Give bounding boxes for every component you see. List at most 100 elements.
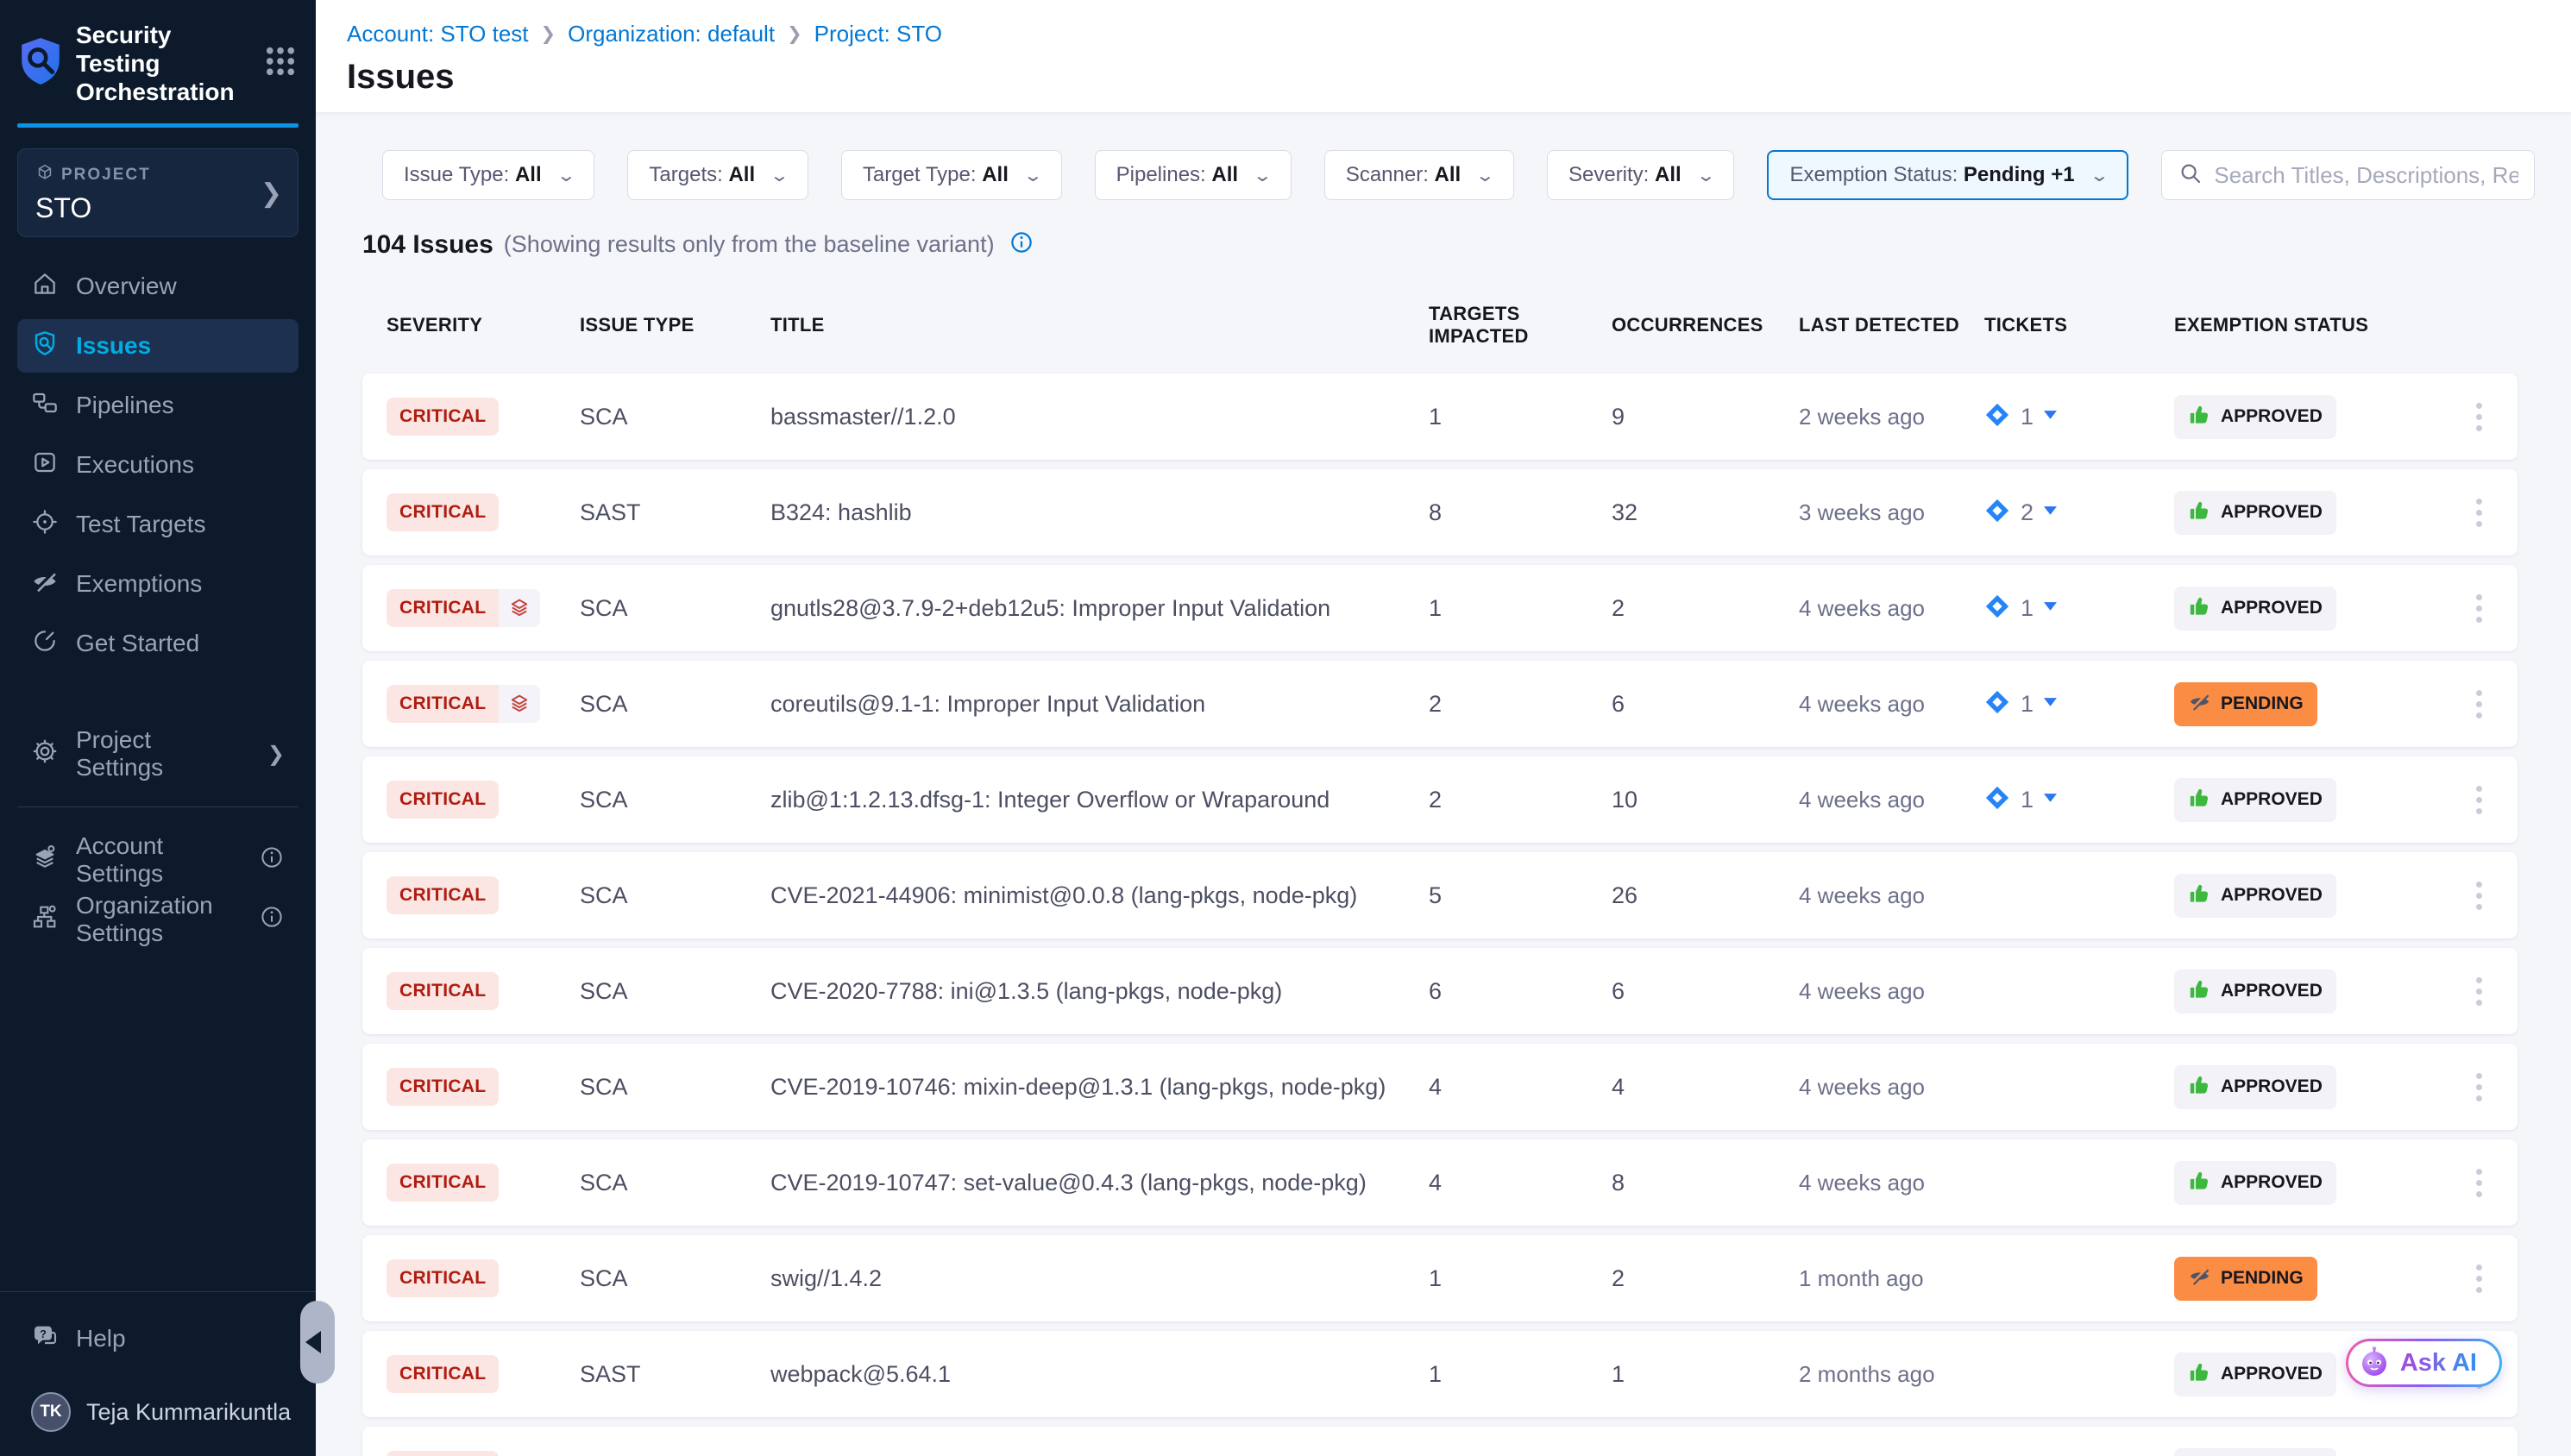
issue-type: SCA (580, 1170, 770, 1196)
issue-row[interactable]: CRITICAL SCA bassmaster//1.2.0 1 9 2 wee… (362, 373, 2518, 460)
issue-row[interactable]: CRITICAL SCA CVE-2019-10746: mixin-deep@… (362, 1044, 2518, 1130)
filter-dropdown-targets[interactable]: Targets: All ⌄ (627, 150, 808, 200)
filter-label: Issue Type: (404, 163, 509, 186)
column-header-issue-type: ISSUE TYPE (580, 314, 770, 336)
exemption-status-badge: PENDING (2174, 1257, 2317, 1301)
filter-label: Severity: (1568, 163, 1649, 186)
caret-down-icon[interactable] (2044, 696, 2057, 712)
svg-text:?: ? (40, 1328, 47, 1340)
caret-down-icon[interactable] (2044, 409, 2057, 424)
row-menu-button[interactable] (2467, 1160, 2491, 1206)
severity-badge: CRITICAL (387, 685, 540, 723)
sidebar-item-help[interactable]: ? Help (17, 1315, 299, 1363)
row-menu-button[interactable] (2467, 490, 2491, 536)
severity-badge: CRITICAL (387, 781, 499, 819)
sidebar-item-pipelines[interactable]: Pipelines (17, 379, 299, 432)
filter-dropdown-pipelines[interactable]: Pipelines: All ⌄ (1095, 150, 1292, 200)
sidebar-item-test-targets[interactable]: Test Targets (17, 498, 299, 551)
caret-down-icon[interactable] (2044, 505, 2057, 520)
issue-row[interactable]: CRITICAL SCA coreutils@9.1-1: Improper I… (362, 661, 2518, 747)
target-icon (31, 508, 59, 542)
filter-dropdown-severity[interactable]: Severity: All ⌄ (1547, 150, 1734, 200)
row-menu-button[interactable] (2467, 777, 2491, 823)
row-menu-button[interactable] (2467, 873, 2491, 919)
row-menu-button[interactable] (2467, 969, 2491, 1014)
issue-row[interactable]: CRITICAL SCA gnutls28@3.7.9-2+deb12u5: I… (362, 565, 2518, 651)
sidebar-item-label: Account Settings (76, 832, 224, 888)
chevron-right-icon: ❯ (787, 23, 802, 45)
filter-dropdown-exemption-status[interactable]: Exemption Status: Pending +1 ⌄ (1767, 150, 2128, 200)
issue-row[interactable]: CRITICAL SAST B324: hashlib 8 32 3 weeks… (362, 469, 2518, 555)
row-menu-button[interactable] (2467, 1256, 2491, 1302)
last-detected: 4 weeks ago (1799, 882, 1984, 909)
sidebar-item-project-settings[interactable]: Project Settings ❯ (17, 727, 299, 781)
breadcrumb-account-link[interactable]: Account: STO test (347, 21, 529, 47)
occurrences: 9 (1612, 404, 1799, 430)
sidebar-item-executions[interactable]: Executions (17, 438, 299, 492)
severity-label: CRITICAL (387, 1355, 499, 1393)
issues-count: 104 Issues (362, 230, 493, 260)
issue-row[interactable]: CRITICAL SCA CVE-2021-44906: minimist@0.… (362, 852, 2518, 938)
filter-dropdown-issue-type[interactable]: Issue Type: All ⌄ (382, 150, 594, 200)
issue-row[interactable]: CRITICAL SAST django@1.2 1 22 2 months a… (362, 1427, 2518, 1456)
info-icon[interactable] (259, 904, 285, 936)
issue-row[interactable]: CRITICAL SCA CVE-2020-7788: ini@1.3.5 (l… (362, 948, 2518, 1034)
info-icon[interactable] (1009, 229, 1034, 260)
chevron-down-icon: ⌄ (1475, 165, 1495, 186)
sidebar-item-label: Overview (76, 273, 177, 300)
row-menu-button[interactable] (2467, 681, 2491, 727)
issue-title: webpack@5.64.1 (770, 1361, 1429, 1388)
chevron-down-icon: ⌄ (770, 165, 789, 186)
filter-dropdown-target-type[interactable]: Target Type: All ⌄ (841, 150, 1062, 200)
sidebar-item-get-started[interactable]: Get Started (17, 617, 299, 670)
issue-row[interactable]: CRITICAL SCA swig//1.4.2 1 2 1 month ago… (362, 1235, 2518, 1321)
search-input[interactable] (2214, 162, 2518, 189)
severity-badge: CRITICAL (387, 1259, 499, 1297)
project-selector[interactable]: PROJECT STO ❯ (17, 148, 299, 237)
issue-row[interactable]: CRITICAL SCA CVE-2019-10747: set-value@0… (362, 1139, 2518, 1226)
last-detected: 4 weeks ago (1799, 595, 1984, 622)
ticket-chip[interactable]: 2 (1984, 498, 2174, 528)
user-menu[interactable]: TK Teja Kummarikuntla (31, 1392, 299, 1432)
issue-title: zlib@1:1.2.13.dfsg-1: Integer Overflow o… (770, 787, 1429, 813)
caret-down-icon[interactable] (2044, 792, 2057, 807)
row-menu-button[interactable] (2467, 394, 2491, 440)
ticket-chip[interactable]: 1 (1984, 402, 2174, 432)
ticket-count: 1 (2021, 787, 2034, 813)
row-menu-button[interactable] (2467, 1447, 2491, 1456)
sidebar-item-exemptions[interactable]: Exemptions (17, 557, 299, 611)
row-menu-button[interactable] (2467, 586, 2491, 631)
exemption-status-badge: APPROVED (2174, 395, 2336, 439)
issue-row[interactable]: CRITICAL SAST webpack@5.64.1 1 1 2 month… (362, 1331, 2518, 1417)
jira-icon (1984, 593, 2010, 624)
ticket-chip[interactable]: 1 (1984, 689, 2174, 719)
issue-title: gnutls28@3.7.9-2+deb12u5: Improper Input… (770, 595, 1429, 622)
sidebar-item-overview[interactable]: Overview (17, 260, 299, 313)
eye-slash-icon (31, 568, 59, 601)
info-icon[interactable] (259, 844, 285, 876)
breadcrumb-project-link[interactable]: Project: STO (814, 21, 942, 47)
breadcrumb-organization-link[interactable]: Organization: default (568, 21, 775, 47)
sidebar-item-account-settings[interactable]: Account Settings (17, 833, 299, 887)
module-grid-icon[interactable] (262, 43, 299, 84)
targets-impacted: 8 (1429, 499, 1612, 526)
occurrences: 1 (1612, 1361, 1799, 1388)
ticket-chip[interactable]: 1 (1984, 593, 2174, 624)
last-detected: 3 weeks ago (1799, 499, 1984, 526)
pipelines-icon (31, 389, 59, 423)
sidebar-item-label: Exemptions (76, 570, 202, 598)
issue-row[interactable]: CRITICAL SCA zlib@1:1.2.13.dfsg-1: Integ… (362, 756, 2518, 843)
sidebar-item-organization-settings[interactable]: Organization Settings (17, 893, 299, 946)
sidebar-collapse-handle[interactable] (300, 1301, 335, 1384)
filter-dropdown-scanner[interactable]: Scanner: All ⌄ (1324, 150, 1514, 200)
sidebar-item-issues[interactable]: Issues (17, 319, 299, 373)
exemption-status-badge: PENDING (2174, 682, 2317, 726)
caret-down-icon[interactable] (2044, 600, 2057, 616)
exemption-status-label: APPROVED (2221, 1364, 2323, 1384)
column-header-occurrences: OCCURRENCES (1612, 314, 1799, 336)
eye-slash-icon (2188, 690, 2211, 719)
sidebar-item-label: Project Settings (76, 726, 233, 781)
row-menu-button[interactable] (2467, 1064, 2491, 1110)
ask-ai-button[interactable]: Ask AI (2346, 1339, 2502, 1387)
ticket-chip[interactable]: 1 (1984, 785, 2174, 815)
